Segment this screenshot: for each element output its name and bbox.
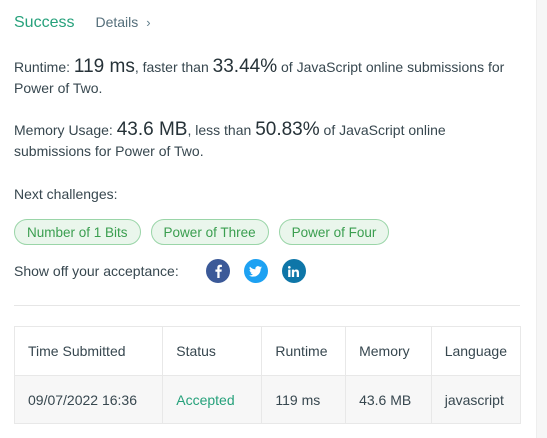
panel-scroll-edge <box>536 0 547 438</box>
result-header: Success Details › <box>14 14 151 32</box>
table-row: 09/07/2022 16:36 Accepted 119 ms 43.6 MB… <box>13 375 522 424</box>
share-row: Show off your acceptance: <box>14 258 320 284</box>
memory-comparison: , less than <box>187 122 252 138</box>
status-title: Success <box>14 14 75 31</box>
submission-result-panel: Success Details › Runtime: 119 ms, faste… <box>0 0 547 438</box>
submissions-table: Time Submitted Status Runtime Memory Lan… <box>13 326 522 424</box>
chevron-right-icon: › <box>146 14 151 30</box>
column-header-time-submitted: Time Submitted <box>13 326 164 376</box>
column-header-status: Status <box>162 326 263 376</box>
memory-value: 43.6 MB <box>116 119 188 140</box>
details-link[interactable]: Details › <box>95 14 150 30</box>
runtime-percent: 33.44% <box>212 56 278 77</box>
cell-memory: 43.6 MB <box>345 375 432 424</box>
runtime-value: 119 ms <box>73 56 135 77</box>
column-header-language: Language <box>430 326 522 376</box>
memory-stat: Memory Usage: 43.6 MB, less than 50.83% … <box>14 119 524 162</box>
cell-runtime: 119 ms <box>261 375 347 424</box>
memory-label: Memory Usage: <box>14 122 113 138</box>
cell-status-accepted-link[interactable]: Accepted <box>162 375 263 424</box>
facebook-icon[interactable] <box>205 259 230 283</box>
next-challenges-label: Next challenges: <box>14 186 118 202</box>
next-challenges-list: Number of 1 Bits Power of Three Power of… <box>14 219 399 245</box>
runtime-label: Runtime: <box>14 59 71 75</box>
challenge-chip-number-of-1-bits[interactable]: Number of 1 Bits <box>14 219 141 245</box>
share-label: Show off your acceptance: <box>14 263 179 279</box>
column-header-runtime: Runtime <box>261 326 347 376</box>
social-buttons <box>205 259 320 283</box>
runtime-stat: Runtime: 119 ms, faster than 33.44% of J… <box>14 56 524 99</box>
details-label: Details <box>95 14 139 30</box>
linkedin-icon[interactable] <box>281 259 306 283</box>
twitter-icon[interactable] <box>243 259 268 283</box>
column-header-memory: Memory <box>345 326 432 376</box>
challenge-chip-power-of-four[interactable]: Power of Four <box>278 219 390 245</box>
cell-language: javascript <box>430 375 522 424</box>
runtime-comparison: , faster than <box>134 59 209 75</box>
memory-percent: 50.83% <box>255 119 320 140</box>
cell-time-submitted: 09/07/2022 16:36 <box>13 375 164 424</box>
table-header-row: Time Submitted Status Runtime Memory Lan… <box>13 326 522 376</box>
challenge-chip-power-of-three[interactable]: Power of Three <box>150 219 269 245</box>
section-divider <box>14 305 520 306</box>
